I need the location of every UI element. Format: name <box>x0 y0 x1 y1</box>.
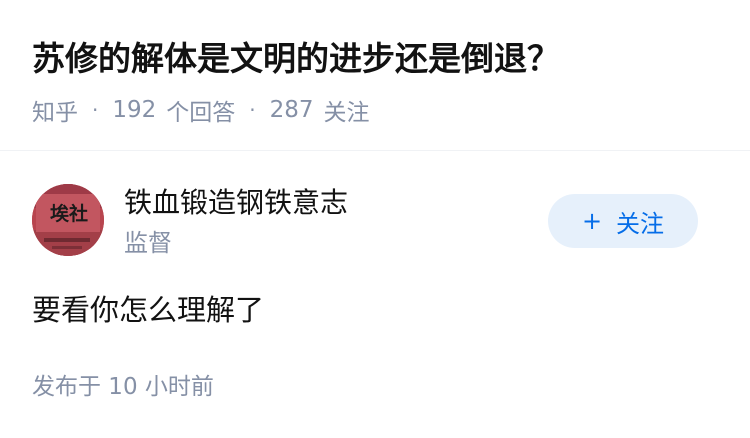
avatar-image: 埃社 <box>32 184 104 256</box>
answer-card: 埃社 铁血锻造钢铁意志 监督 + 关注 要看你怎么理解了 发布于 10 小时前 <box>0 152 750 438</box>
meta-separator: · <box>92 98 99 122</box>
author-headline: 监督 <box>124 229 172 257</box>
answers-label: 个回答 <box>166 100 236 126</box>
follow-label: 关注 <box>616 209 665 238</box>
followers-label: 关注 <box>323 100 370 126</box>
meta-separator: · <box>249 98 256 122</box>
answer-time: 发布于 10 小时前 <box>32 374 214 400</box>
answer-content[interactable]: 要看你怎么理解了 <box>32 290 264 330</box>
question-meta: 知乎 · 192 个回答 · 287 关注 <box>32 95 370 126</box>
question-header: 苏修的解体是文明的进步还是倒退？ 知乎 · 192 个回答 · 287 关注 <box>0 0 750 151</box>
followers-count: 287 <box>269 97 314 123</box>
avatar-text: 埃社 <box>50 202 88 225</box>
avatar[interactable]: 埃社 <box>32 184 104 256</box>
follow-button[interactable]: + 关注 <box>548 194 698 248</box>
source-label: 知乎 <box>32 100 78 126</box>
question-title[interactable]: 苏修的解体是文明的进步还是倒退？ <box>32 36 560 82</box>
author-name[interactable]: 铁血锻造钢铁意志 <box>124 184 348 222</box>
answers-count: 192 <box>112 97 157 123</box>
plus-icon: + <box>581 207 603 235</box>
